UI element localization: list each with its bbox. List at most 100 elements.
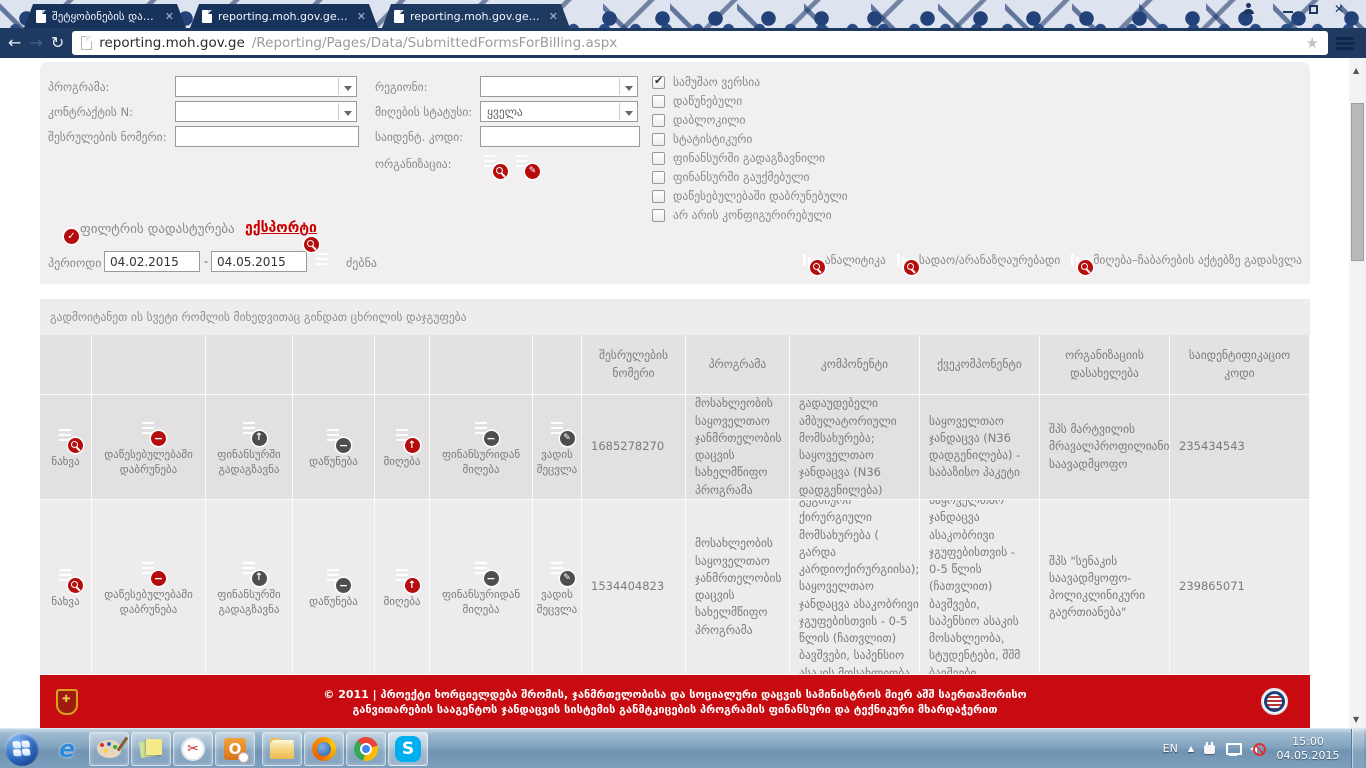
header-execution-number[interactable]: შესრულების ნომერი xyxy=(582,335,686,395)
header-subcomponent[interactable]: ქვეკომპონენტი xyxy=(920,335,1040,395)
clock[interactable]: 15:00 04.05.2015 xyxy=(1275,735,1341,763)
network-icon[interactable] xyxy=(1226,743,1240,755)
receive-button[interactable]: მიღება xyxy=(375,500,430,675)
arrow-up-icon xyxy=(405,578,420,593)
reject-button[interactable]: დაწუნება xyxy=(293,500,375,675)
receive-from-financial-button[interactable]: ფინანსურიდან მიღება xyxy=(430,395,533,500)
disputed-button[interactable] xyxy=(893,248,912,271)
volume-muted-icon[interactable] xyxy=(1250,742,1265,755)
taskbar-internet-explorer[interactable]: e xyxy=(47,732,87,766)
checkbox-returned-institution[interactable]: დაწესებულებაში დაბრუნებული xyxy=(652,189,848,203)
header-program[interactable]: პროგრამა xyxy=(686,335,790,395)
checkbox[interactable] xyxy=(652,133,665,146)
profile-icon[interactable] xyxy=(1243,3,1254,14)
page-icon xyxy=(36,10,46,23)
browser-tab-1[interactable]: შეტყობინების დამატება ✕ xyxy=(24,4,186,28)
checkbox-working-version[interactable]: სამუშაო ვერსია xyxy=(652,75,760,89)
checkbox-not-configured[interactable]: არ არის კონფიგურირებული xyxy=(652,208,832,222)
maximize-button[interactable] xyxy=(1309,5,1318,14)
close-button[interactable]: ✕ xyxy=(1334,2,1344,16)
change-deadline-button[interactable]: ვადის შეცვლა xyxy=(533,395,582,500)
scroll-up-icon[interactable]: ▲ xyxy=(1353,66,1359,75)
checkbox-cancelled-financial[interactable]: ფინანსურში გაუქმებული xyxy=(652,170,809,184)
browser-tab-2[interactable]: reporting.moh.gov.ge/Rep ✕ xyxy=(190,4,378,28)
minus-icon xyxy=(484,571,499,586)
taskbar-chrome[interactable] xyxy=(346,732,386,766)
taskbar-paint[interactable] xyxy=(89,732,129,766)
receive-button[interactable]: მიღება xyxy=(375,395,430,500)
back-button[interactable]: ← xyxy=(8,35,21,51)
analytics-button[interactable] xyxy=(799,248,818,271)
checkbox[interactable] xyxy=(652,190,665,203)
search-label: ძებნა xyxy=(346,256,377,270)
checkbox-rejected[interactable]: დაწუნებული xyxy=(652,94,742,108)
tab-close-icon[interactable]: ✕ xyxy=(357,11,366,22)
return-to-institution-button[interactable]: დაწესებულებაში დაბრუნება xyxy=(92,500,206,675)
send-to-financial-button[interactable]: ფინანსურში გადაგზავნა xyxy=(206,500,293,675)
checkbox[interactable] xyxy=(652,209,665,222)
checkbox-statistical[interactable]: სტატისტიკური xyxy=(652,132,752,146)
cell-ident-code: 239865071 xyxy=(1170,500,1310,675)
checkbox[interactable] xyxy=(652,171,665,184)
change-deadline-button[interactable]: ვადის შეცვლა xyxy=(533,500,582,675)
header-component[interactable]: კომპონენტი xyxy=(790,335,920,395)
forward-button[interactable]: → xyxy=(29,35,42,51)
view-button[interactable]: ნახვა xyxy=(40,500,92,675)
bookmark-star-icon[interactable]: ★ xyxy=(1306,34,1319,52)
checkbox[interactable] xyxy=(652,152,665,165)
reject-button[interactable]: დაწუნება xyxy=(293,395,375,500)
filter-section: პროგრამა: რეგიონი: კონტრაქტის N: მიღების… xyxy=(40,62,1310,284)
header-ident-code[interactable]: საიდენტიფიკაციო კოდი xyxy=(1170,335,1310,395)
checkbox-label: ფინანსურში გაუქმებული xyxy=(673,170,809,184)
checkbox[interactable] xyxy=(652,95,665,108)
tab-close-icon[interactable]: ✕ xyxy=(549,11,558,22)
taskbar-outlook[interactable]: O xyxy=(215,732,255,766)
taskbar-snipping-tool[interactable]: ✂ xyxy=(173,732,213,766)
minimize-button[interactable] xyxy=(1283,11,1293,13)
header-organization[interactable]: ორგანიზაციის დასახელება xyxy=(1040,335,1170,395)
taskbar-skype[interactable]: S xyxy=(388,732,428,766)
export-link[interactable]: ექსპორტი xyxy=(245,220,317,236)
tab-close-icon[interactable]: ✕ xyxy=(165,11,174,22)
program-select[interactable] xyxy=(175,76,357,97)
chrome-menu-icon[interactable] xyxy=(1336,37,1354,50)
reload-button[interactable]: ↻ xyxy=(51,35,64,51)
view-button[interactable]: ნახვა xyxy=(40,395,92,500)
return-to-institution-button[interactable]: დაწესებულებაში დაბრუნება xyxy=(92,395,206,500)
checkbox-label: დაბლოკილი xyxy=(673,113,746,127)
scroll-down-icon[interactable]: ▼ xyxy=(1353,715,1359,724)
checkbox-blocked[interactable]: დაბლოკილი xyxy=(652,113,746,127)
acceptance-acts-button[interactable] xyxy=(1067,248,1086,271)
checkbox[interactable] xyxy=(652,114,665,127)
period-from-input[interactable] xyxy=(104,251,200,272)
power-icon[interactable] xyxy=(1204,742,1216,755)
browser-tab-3-active[interactable]: reporting.moh.gov.ge/Rep ✕ xyxy=(382,4,570,28)
chevron-down-icon xyxy=(338,103,355,120)
status-select[interactable]: ყველა xyxy=(480,101,638,122)
checkbox[interactable] xyxy=(652,76,665,89)
start-button[interactable] xyxy=(5,732,39,766)
execution-number-input[interactable] xyxy=(175,126,359,147)
taskbar-sticky-notes[interactable] xyxy=(131,732,171,766)
region-select[interactable] xyxy=(480,76,638,97)
language-indicator[interactable]: EN xyxy=(1163,742,1178,755)
page-scrollbar[interactable]: ▲ ▼ xyxy=(1349,58,1366,728)
receive-from-financial-button[interactable]: ფინანსურიდან მიღება xyxy=(430,500,533,675)
show-desktop-button[interactable] xyxy=(1351,729,1364,768)
address-bar[interactable]: reporting.moh.gov.ge /Reporting/Pages/Da… xyxy=(72,31,1328,55)
tray-expand-icon[interactable]: ▲ xyxy=(1188,744,1194,753)
page-icon xyxy=(394,10,404,23)
contract-select[interactable] xyxy=(175,101,357,122)
taskbar-firefox[interactable] xyxy=(304,732,344,766)
organization-search-button[interactable] xyxy=(480,150,501,175)
taskbar-explorer[interactable] xyxy=(262,732,302,766)
scrollbar-thumb[interactable] xyxy=(1351,103,1364,261)
period-to-input[interactable] xyxy=(211,251,307,272)
send-to-financial-button[interactable]: ფინანსურში გადაგზავნა xyxy=(206,395,293,500)
checkbox-sent-financial[interactable]: ფინანსურში გადაგზავნილი xyxy=(652,151,825,165)
disputed-label: სადაო/არანაზღაურებადი xyxy=(919,253,1060,267)
ident-code-input[interactable] xyxy=(480,126,640,147)
tab-title: reporting.moh.gov.ge/Rep xyxy=(410,10,543,23)
confirm-filter-button[interactable] xyxy=(48,215,74,239)
organization-edit-button[interactable] xyxy=(512,150,533,175)
